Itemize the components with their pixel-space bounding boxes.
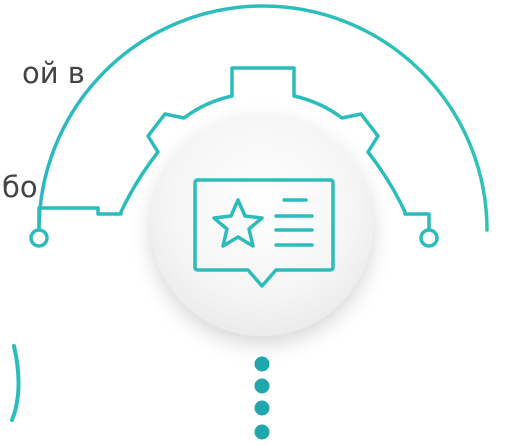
dot: [254, 356, 270, 372]
dot: [254, 400, 270, 416]
dot: [254, 378, 270, 394]
diagram-svg: [10, 4, 489, 440]
dot: [254, 424, 270, 440]
center-circle: [151, 114, 373, 336]
infographic-stage: ой в бо: [0, 0, 505, 444]
partial-arc-left: [10, 344, 21, 422]
vertical-dots: [254, 356, 270, 440]
